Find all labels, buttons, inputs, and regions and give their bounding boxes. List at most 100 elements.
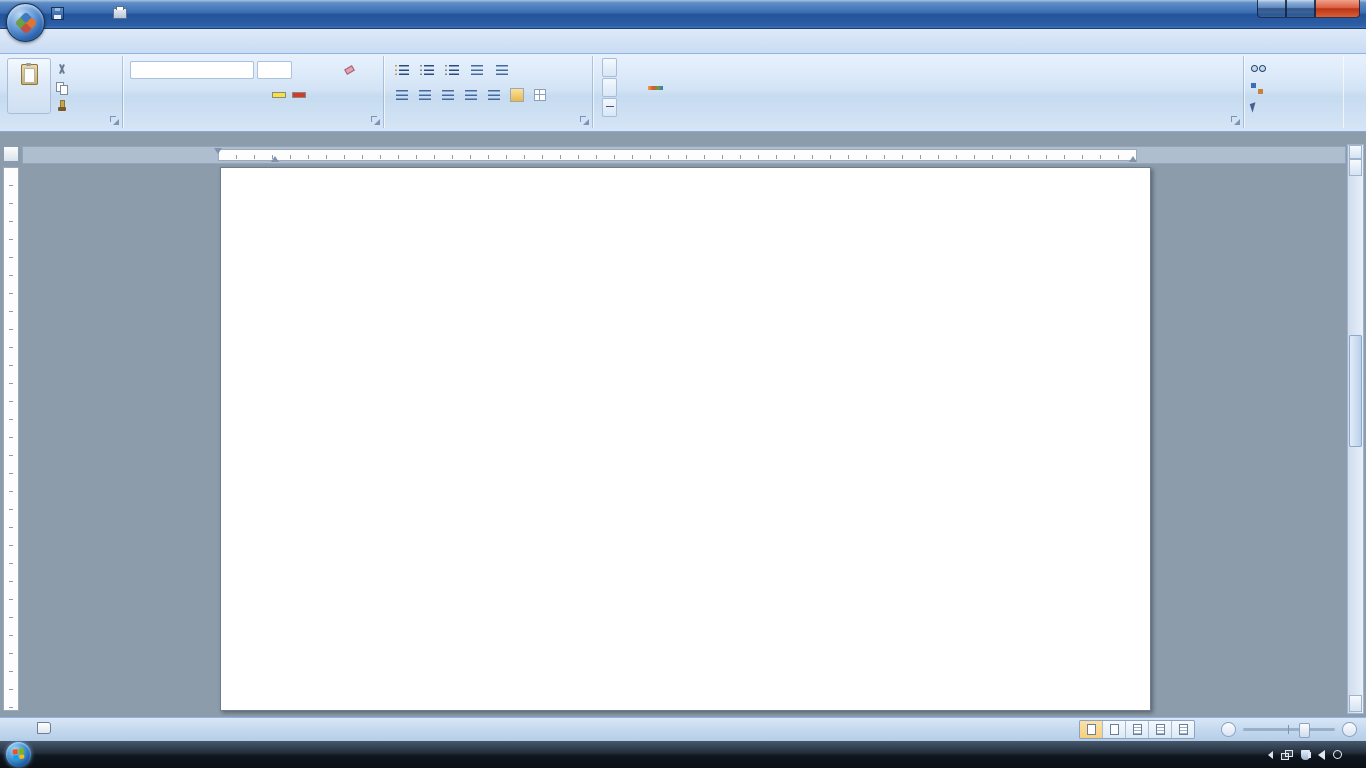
web-layout-view-button[interactable] — [1126, 721, 1149, 738]
outline-view-button[interactable] — [1149, 721, 1172, 738]
italic-button[interactable] — [150, 86, 169, 104]
tab-stop-selector[interactable] — [3, 146, 19, 162]
paste-icon — [21, 64, 38, 85]
sort-button[interactable] — [516, 61, 538, 79]
bullets-icon — [395, 65, 409, 75]
taskbar — [0, 741, 1366, 768]
show-hide-paragraph-button[interactable] — [541, 61, 563, 79]
minimize-button[interactable] — [1257, 0, 1286, 18]
print-layout-view-button[interactable] — [1080, 721, 1103, 738]
multilevel-list-icon — [445, 65, 459, 75]
shrink-font-button[interactable] — [317, 61, 336, 79]
save-button[interactable] — [48, 4, 66, 22]
font-name-combo[interactable] — [130, 61, 254, 79]
volume-icon[interactable] — [1318, 750, 1325, 760]
underline-button[interactable] — [170, 86, 189, 104]
editing-group — [1247, 56, 1343, 128]
clear-formatting-button[interactable] — [339, 61, 358, 79]
start-button[interactable] — [6, 742, 31, 767]
network-icon[interactable] — [1281, 750, 1293, 760]
line-spacing-icon — [488, 90, 500, 100]
scroll-down-button[interactable] — [1349, 695, 1362, 712]
zoom-slider[interactable] — [1243, 728, 1335, 731]
more-bar-icon — [606, 106, 614, 108]
find-button[interactable] — [1251, 61, 1339, 78]
bold-button[interactable] — [130, 86, 149, 104]
hanging-indent-marker[interactable] — [271, 152, 279, 162]
system-tray — [1268, 750, 1366, 760]
scroll-up-button[interactable] — [1349, 159, 1362, 176]
horizontal-ruler[interactable] — [22, 146, 1346, 164]
paragraph-dialog-launcher[interactable] — [580, 116, 589, 125]
styles-dialog-launcher[interactable] — [1231, 116, 1240, 125]
align-center-button[interactable] — [414, 86, 436, 104]
printer-icon — [113, 8, 127, 19]
grow-font-button[interactable] — [295, 61, 314, 79]
styles-more-button[interactable] — [602, 98, 617, 117]
borders-icon — [534, 89, 546, 101]
spelling-status[interactable] — [37, 722, 43, 737]
styles-scroll-down-button[interactable] — [602, 78, 617, 97]
word-window — [0, 0, 1366, 768]
decrease-indent-button[interactable] — [466, 61, 488, 79]
paste-button[interactable] — [7, 58, 51, 114]
paragraph-group — [387, 56, 593, 128]
shading-button[interactable] — [506, 86, 528, 104]
power-icon[interactable] — [1333, 750, 1342, 759]
undo-button[interactable] — [69, 4, 87, 22]
cut-button[interactable] — [56, 62, 72, 77]
office-logo-icon — [14, 11, 37, 34]
change-case-button[interactable] — [250, 86, 269, 104]
document-page[interactable] — [220, 167, 1151, 711]
hidden-icons-chevron[interactable] — [1268, 751, 1273, 759]
first-line-indent-marker[interactable] — [214, 148, 222, 158]
font-dialog-launcher[interactable] — [371, 116, 380, 125]
font-size-combo[interactable] — [257, 61, 292, 79]
clipboard-dialog-launcher[interactable] — [110, 116, 119, 125]
quick-print-button[interactable] — [111, 4, 129, 22]
right-indent-marker[interactable] — [1129, 152, 1137, 162]
change-styles-color-icon — [648, 86, 663, 90]
copy-button[interactable] — [56, 80, 72, 95]
customize-quick-access-button[interactable] — [132, 4, 150, 22]
format-painter-button[interactable] — [56, 98, 72, 113]
increase-indent-button[interactable] — [491, 61, 513, 79]
replace-button[interactable] — [1251, 80, 1339, 97]
view-buttons — [1079, 720, 1195, 739]
redo-button[interactable] — [90, 4, 108, 22]
bullets-button[interactable] — [391, 61, 413, 79]
ruler-toggle-button[interactable] — [1349, 145, 1362, 159]
copy-icon — [56, 82, 68, 94]
change-styles-button[interactable] — [619, 83, 691, 92]
draft-view-button[interactable] — [1172, 721, 1194, 738]
numbering-button[interactable] — [416, 61, 438, 79]
borders-button[interactable] — [529, 86, 551, 104]
decrease-indent-icon — [471, 65, 483, 75]
vertical-scrollbar[interactable] — [1347, 144, 1364, 714]
align-left-button[interactable] — [391, 86, 413, 104]
align-center-icon — [419, 90, 431, 100]
line-spacing-button[interactable] — [483, 86, 505, 104]
close-button[interactable] — [1315, 0, 1360, 18]
zoom-in-button[interactable] — [1342, 722, 1357, 737]
clipboard-group — [3, 56, 123, 128]
multilevel-list-button[interactable] — [441, 61, 463, 79]
maximize-button[interactable] — [1286, 0, 1315, 18]
font-color-icon — [292, 92, 306, 98]
select-button[interactable] — [1251, 99, 1339, 116]
styles-scroll-up-button[interactable] — [602, 58, 617, 77]
justify-button[interactable] — [460, 86, 482, 104]
zoom-slider-thumb[interactable] — [1299, 723, 1310, 738]
text-highlight-button[interactable] — [270, 86, 289, 104]
office-button[interactable] — [6, 3, 45, 42]
full-screen-reading-view-button[interactable] — [1103, 721, 1126, 738]
scrollbar-thumb[interactable] — [1349, 335, 1362, 447]
windows-logo-icon — [13, 748, 25, 759]
strikethrough-button[interactable] — [190, 86, 209, 104]
subscript-button[interactable] — [210, 86, 229, 104]
superscript-button[interactable] — [230, 86, 249, 104]
scissors-icon — [56, 64, 67, 75]
align-right-button[interactable] — [437, 86, 459, 104]
font-color-button[interactable] — [290, 86, 309, 104]
zoom-out-button[interactable] — [1221, 722, 1236, 737]
